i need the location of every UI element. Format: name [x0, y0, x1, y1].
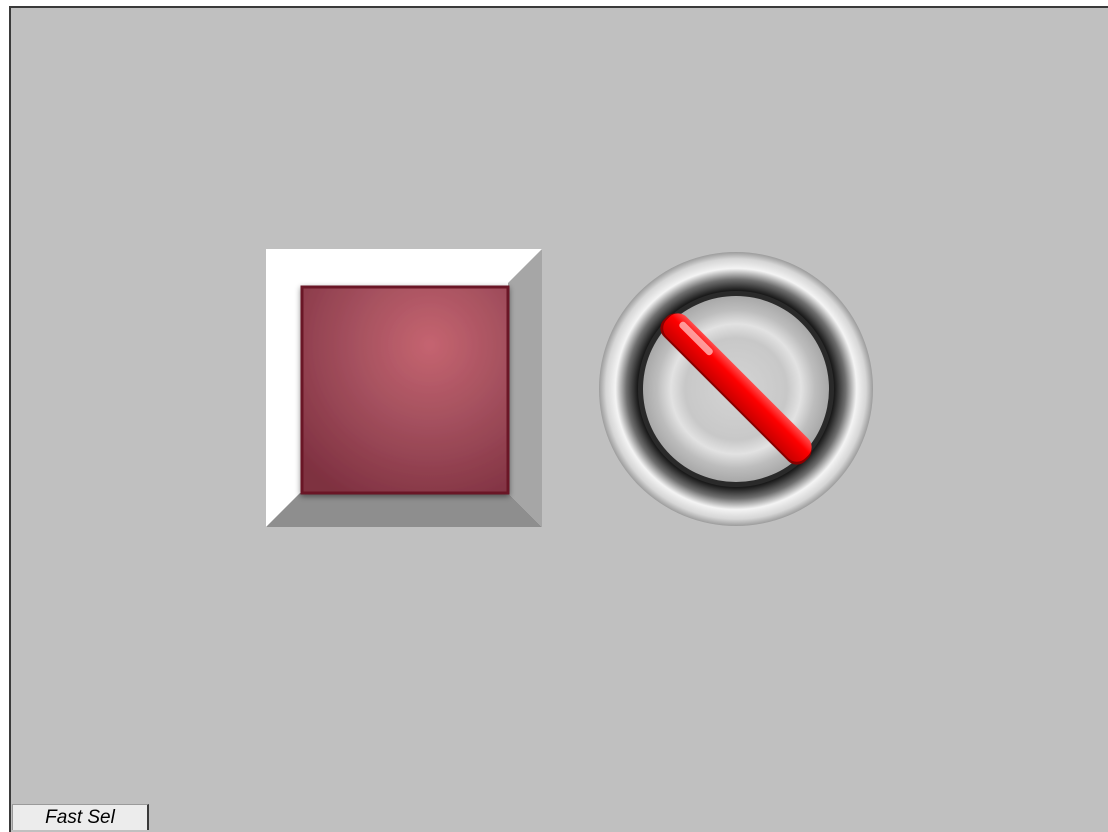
stop-push-button[interactable] — [266, 249, 542, 527]
hmi-panel — [9, 6, 1108, 832]
stop-push-button-icon — [266, 249, 542, 527]
selector-switch-icon — [599, 252, 873, 526]
fast-sel-label: Fast Sel — [45, 807, 115, 828]
selector-switch[interactable] — [598, 251, 874, 527]
fast-sel-button[interactable]: Fast Sel — [12, 804, 149, 830]
